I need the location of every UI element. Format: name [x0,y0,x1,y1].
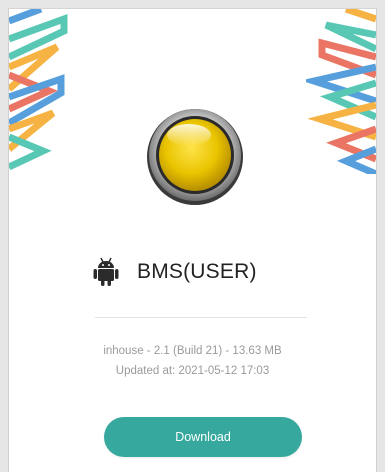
app-download-card: BMS(USER) inhouse - 2.1 (Build 21) - 13.… [8,8,377,472]
decorative-pattern-right [306,9,376,174]
download-button[interactable]: Download [104,417,302,457]
android-icon [93,257,119,286]
updated-at: Updated at: 2021-05-12 17:03 [115,365,270,377]
version-info: inhouse - 2.1 (Build 21) - 13.63 MB [103,345,282,357]
divider [95,317,307,318]
app-title-row: BMS(USER) [9,255,376,295]
app-name: BMS(USER) [137,260,257,283]
decorative-pattern-left [9,9,68,171]
yellow-button-icon [147,109,243,205]
